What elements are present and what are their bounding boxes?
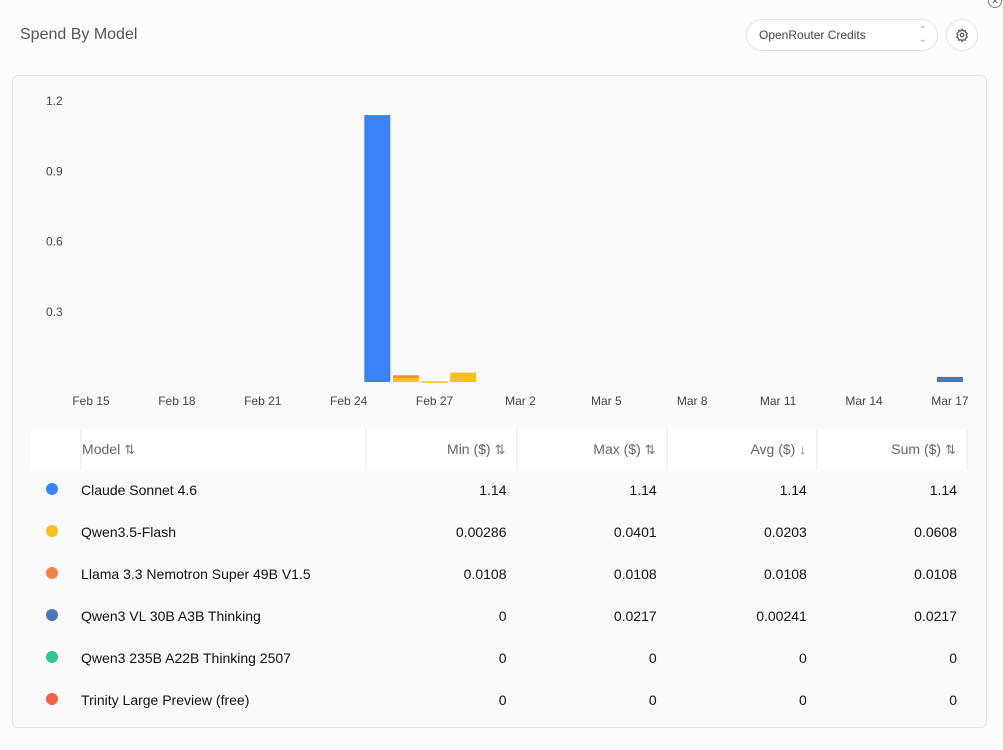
- min-cell: 0: [498, 608, 507, 624]
- color-cell: [31, 595, 81, 637]
- y-tick-label: 1.2: [46, 94, 63, 108]
- column-label: Avg ($): [750, 441, 796, 457]
- chart-panel: 0.3 0.6 0.9 1.2 Feb 15 Feb 18 Feb 21 Feb 24 Feb …: [12, 75, 987, 728]
- series-color-dot: [46, 651, 58, 663]
- column-header-2[interactable]: Max ($) ⇅: [516, 429, 668, 469]
- color-cell: [31, 553, 81, 595]
- series-color-dot: [46, 525, 58, 537]
- column-label: Model: [82, 440, 121, 457]
- credits-select[interactable]: OpenRouter Credits ⌃ ⌄: [746, 19, 938, 51]
- x-tick-label: Feb 21: [244, 394, 282, 408]
- close-icon[interactable]: ✕: [988, 0, 1002, 8]
- max-cell: 0: [648, 692, 657, 708]
- y-tick-label: 0.9: [46, 164, 63, 178]
- column-label: Sum ($): [891, 440, 942, 457]
- avg-cell: 0: [799, 650, 807, 666]
- bar-segment[interactable]: [936, 376, 963, 382]
- chevron-updown-icon: ⌃ ⌄: [918, 25, 927, 45]
- max-cell: 1.14: [629, 482, 657, 498]
- avg-cell: 0.0203: [763, 524, 807, 540]
- y-tick-label: 0.3: [46, 305, 63, 319]
- series-color-dot: [46, 567, 58, 579]
- x-tick-label: Mar 2: [505, 394, 536, 408]
- settings-button[interactable]: [946, 19, 978, 51]
- max-cell: 0: [648, 650, 657, 666]
- select-value: OpenRouter Credits: [759, 28, 866, 42]
- column-label: Max ($): [593, 440, 641, 457]
- y-tick-label: 0.6: [46, 235, 63, 249]
- column-header-1[interactable]: Min ($) ⇅: [366, 429, 518, 469]
- sum-cell: 1.14: [929, 482, 957, 498]
- x-tick-label: Mar 8: [677, 394, 708, 408]
- series-color-dot: [46, 483, 58, 495]
- model-table: Model ⇅ Min ($) ⇅ Max ($) ⇅ Avg ($) ↓ Sum ($) ⇅ C…: [31, 429, 969, 721]
- color-cell: [31, 511, 81, 553]
- model-name: Trinity Large Preview (free): [81, 692, 250, 708]
- sum-cell: 0.0217: [914, 608, 957, 624]
- bar-segment[interactable]: [450, 372, 477, 382]
- series-color-dot: [46, 609, 58, 621]
- sort-icon: ⇅: [945, 441, 956, 457]
- x-tick-label: Mar 11: [760, 394, 797, 408]
- series-color-dot: [46, 693, 58, 705]
- model-name: Qwen3.5-Flash: [81, 524, 176, 540]
- table-row[interactable]: Llama 3.3 Nemotron Super 49B V1.5 0.0108…: [31, 553, 967, 595]
- min-cell: 0: [498, 692, 507, 708]
- max-cell: 0.0217: [613, 608, 657, 624]
- x-tick-label: Mar 14: [845, 394, 883, 408]
- x-tick-label: Feb 27: [416, 394, 454, 408]
- table-row[interactable]: Claude Sonnet 4.6 1.14 1.14 1.14 1.14: [31, 469, 967, 511]
- x-tick-label: Feb 24: [330, 394, 368, 408]
- color-cell: [31, 637, 81, 679]
- table-row[interactable]: Trinity Large Preview (free) 0 0 0 0: [31, 679, 967, 721]
- avg-cell: 0.00241: [756, 608, 807, 624]
- avg-cell: 0.0108: [763, 566, 807, 582]
- x-tick-label: Mar 17: [931, 394, 969, 408]
- sum-cell: 0: [949, 650, 957, 666]
- model-name: Qwen3 235B A22B Thinking 2507: [81, 650, 291, 666]
- bar-chart: 0.3 0.6 0.9 1.2 Feb 15 Feb 18 Feb 21 Feb 24 Feb …: [46, 94, 969, 408]
- color-cell: [31, 469, 81, 511]
- x-tick-label: Mar 5: [591, 394, 622, 408]
- sort-icon: ↓: [799, 442, 806, 457]
- column-header-0[interactable]: Model ⇅: [81, 429, 368, 469]
- column-label: Min ($): [447, 440, 491, 457]
- model-name: Llama 3.3 Nemotron Super 49B V1.5: [81, 566, 311, 582]
- bar-segment[interactable]: [392, 375, 419, 378]
- table-row[interactable]: Qwen3 VL 30B A3B Thinking 0 0.0217 0.002…: [31, 595, 967, 637]
- min-cell: 0.00286: [455, 524, 507, 540]
- sum-cell: 0.0608: [914, 524, 957, 540]
- sum-cell: 0.0108: [914, 566, 957, 582]
- sort-icon: ⇅: [494, 441, 506, 457]
- sum-cell: 0: [949, 692, 957, 708]
- model-name: Claude Sonnet 4.6: [81, 482, 198, 498]
- max-cell: 0.0401: [613, 524, 657, 540]
- min-cell: 1.14: [479, 482, 507, 498]
- bar-segment[interactable]: [421, 381, 448, 383]
- sort-icon: ⇅: [644, 441, 656, 457]
- avg-cell: 0: [799, 692, 807, 708]
- x-tick-label: Feb 18: [158, 394, 196, 408]
- min-cell: 0.0108: [463, 566, 507, 582]
- max-cell: 0.0108: [613, 566, 657, 582]
- column-header-4[interactable]: Sum ($) ⇅: [816, 429, 969, 469]
- x-tick-label: Feb 15: [72, 394, 110, 408]
- color-column-header: [31, 429, 83, 469]
- avg-cell: 1.14: [779, 482, 807, 498]
- model-name: Qwen3 VL 30B A3B Thinking: [81, 608, 261, 624]
- page-title: Spend By Model: [20, 26, 138, 43]
- table-row[interactable]: Qwen3.5-Flash 0.00286 0.0401 0.0203 0.06…: [31, 511, 967, 553]
- bar-segment[interactable]: [392, 377, 419, 382]
- table-row[interactable]: Qwen3 235B A22B Thinking 2507 0 0 0 0: [31, 637, 967, 679]
- min-cell: 0: [498, 650, 507, 666]
- color-cell: [31, 679, 81, 721]
- bar-segment[interactable]: [364, 115, 391, 383]
- column-header-3[interactable]: Avg ($) ↓: [666, 429, 818, 469]
- sort-icon: ⇅: [124, 441, 136, 457]
- gear-icon: [955, 28, 969, 42]
